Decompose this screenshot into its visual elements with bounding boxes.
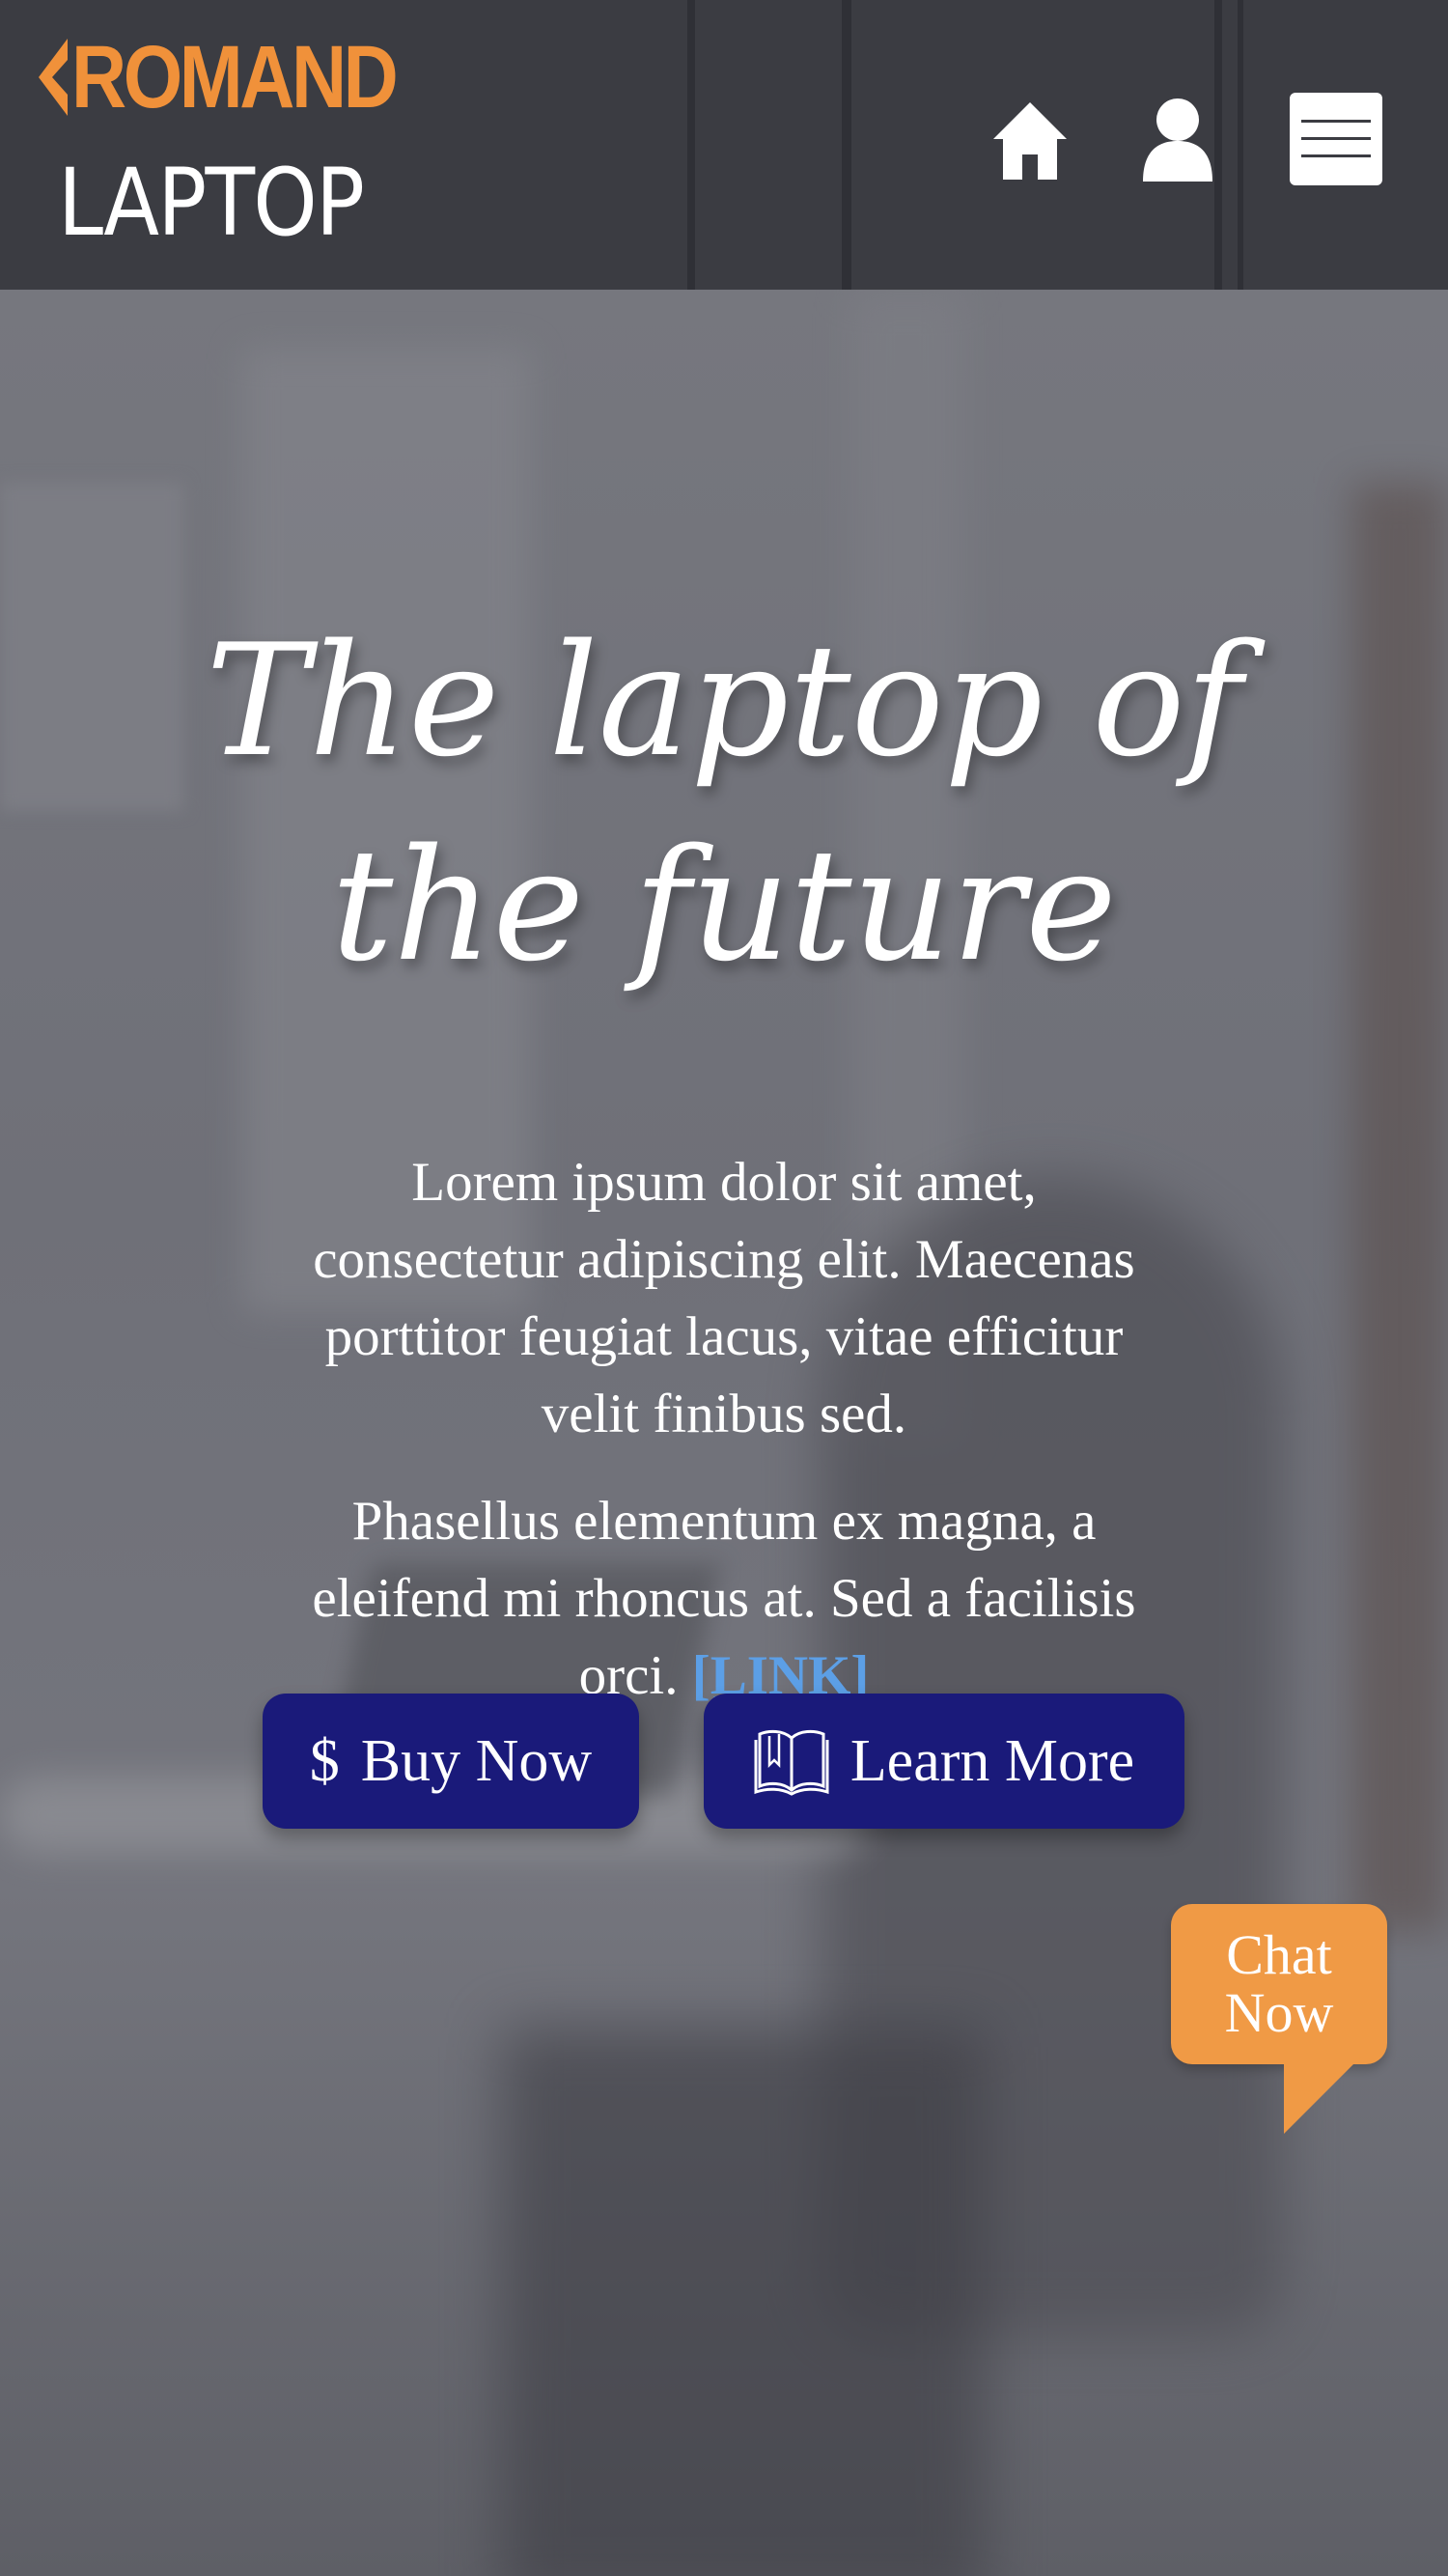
book-icon bbox=[754, 1726, 829, 1796]
learn-more-button[interactable]: Learn More bbox=[704, 1694, 1184, 1829]
header-background-stripe bbox=[842, 0, 851, 290]
hamburger-menu-button[interactable] bbox=[1290, 93, 1382, 185]
chat-now-label-line2: Now bbox=[1224, 1981, 1334, 2044]
header-background-stripe bbox=[1238, 0, 1243, 290]
learn-more-label: Learn More bbox=[849, 1727, 1135, 1794]
home-button[interactable] bbox=[987, 92, 1073, 188]
chat-now-label-line1: Chat bbox=[1226, 1923, 1332, 1986]
hero-title: The laptop of the future bbox=[206, 610, 1242, 995]
site-header: ROMAND LAPTOP bbox=[0, 0, 1448, 290]
logo-subtitle-text: LAPTOP bbox=[58, 149, 365, 257]
header-background-stripe bbox=[687, 0, 695, 290]
chat-bubble-tail bbox=[1284, 2057, 1361, 2134]
hamburger-menu-icon bbox=[1301, 120, 1371, 123]
buy-now-button[interactable]: $ Buy Now bbox=[263, 1694, 639, 1829]
logo-brand-text: ROMAND bbox=[71, 28, 399, 126]
chevron-left-icon bbox=[39, 39, 68, 116]
chat-now-button[interactable]: Chat Now bbox=[1171, 1904, 1387, 2064]
site-logo[interactable]: ROMAND LAPTOP bbox=[39, 28, 405, 251]
hamburger-menu-line bbox=[1301, 154, 1371, 157]
buy-now-label: Buy Now bbox=[360, 1727, 593, 1794]
user-icon bbox=[1143, 98, 1212, 182]
hamburger-menu-line bbox=[1301, 137, 1371, 140]
background-chair bbox=[502, 2028, 985, 2576]
account-button[interactable] bbox=[1134, 92, 1221, 188]
dollar-icon: $ bbox=[309, 1727, 340, 1794]
home-icon bbox=[993, 102, 1067, 180]
hero-paragraph-2: Phasellus elementum ex magna, a eleifend… bbox=[290, 1483, 1158, 1715]
hero-paragraph-1: Lorem ipsum dolor sit amet, consectetur … bbox=[313, 1152, 1135, 1444]
background-door bbox=[1351, 483, 1448, 1931]
